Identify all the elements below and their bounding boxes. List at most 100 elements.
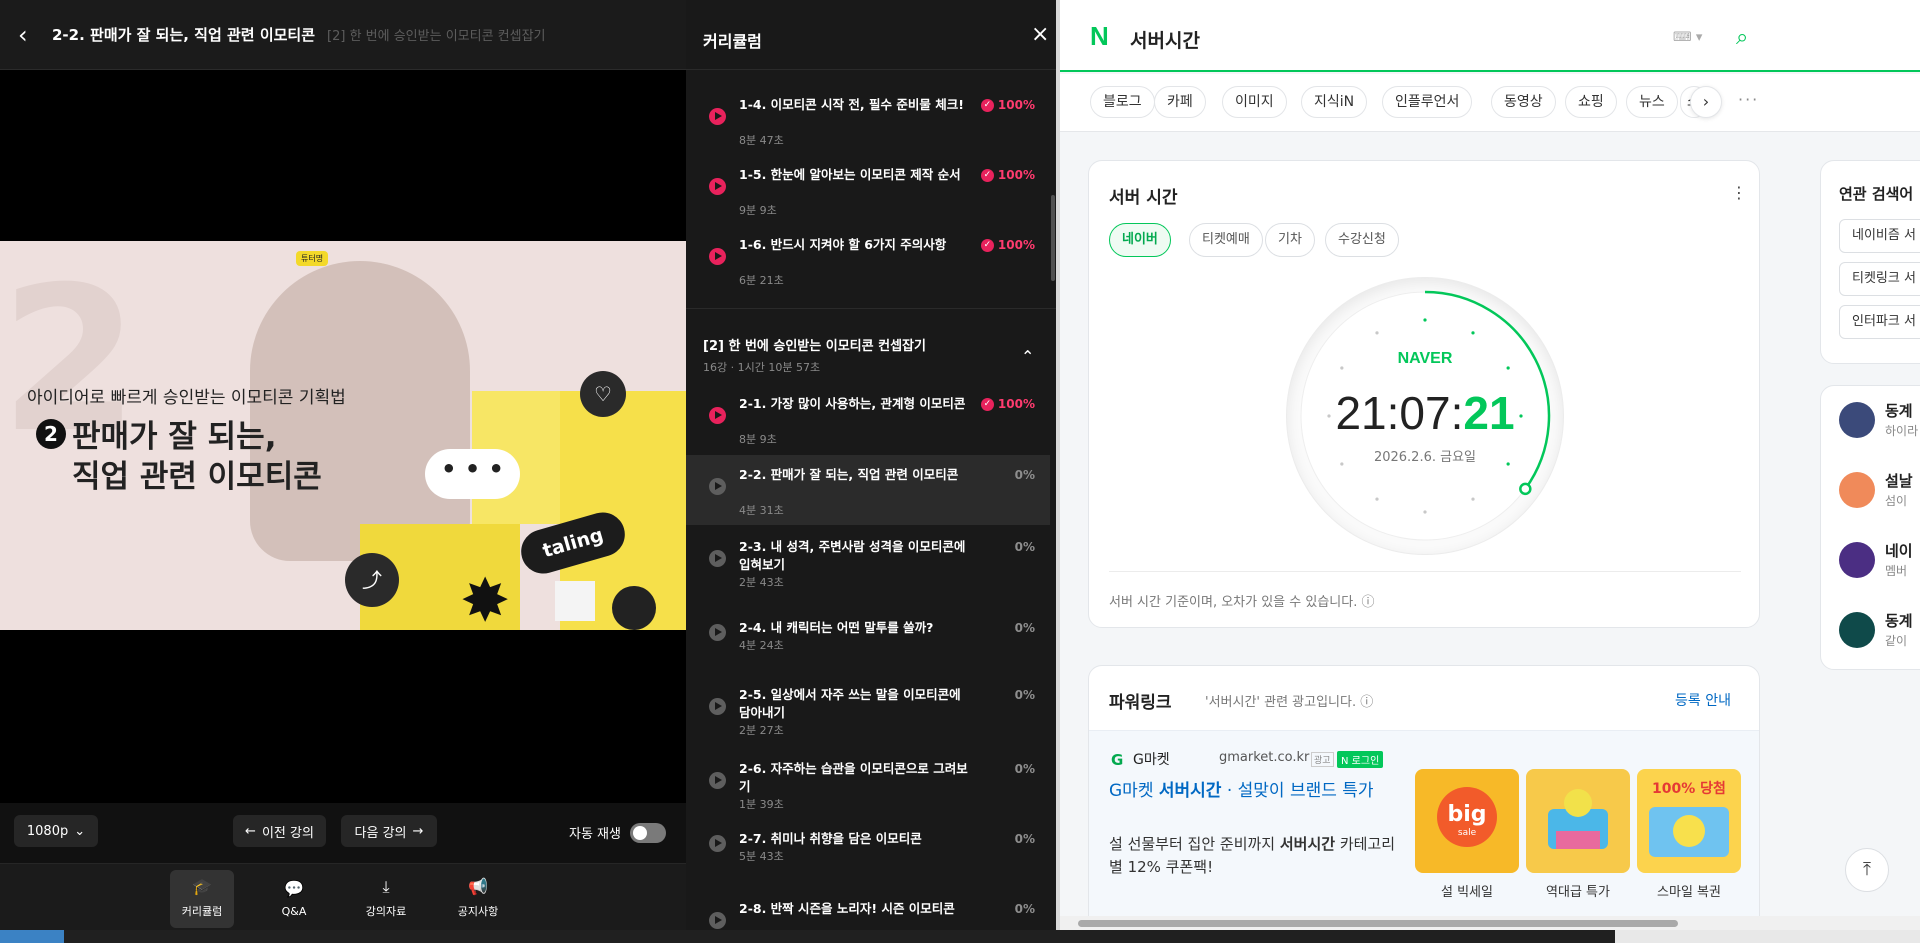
search-icon[interactable]: ⌕: [1736, 25, 1748, 50]
video-frame[interactable]: 2 튜터명 아이디어로 빠르게 승인받는 이모티콘 기획법 2 판매가 잘 되는…: [0, 241, 686, 630]
megaphone-icon: 📢: [468, 877, 488, 896]
related-search-item[interactable]: 티켓링크 서: [1839, 262, 1920, 296]
next-lecture-button[interactable]: 다음 강의 →: [341, 815, 437, 847]
lesson-progress: ✓ 100%: [980, 168, 1035, 182]
more-icon[interactable]: ···: [1738, 90, 1759, 109]
quality-select[interactable]: 1080p ⌄: [14, 815, 98, 847]
play-icon[interactable]: [709, 108, 726, 125]
close-icon[interactable]: ×: [1031, 24, 1049, 46]
naver-logo[interactable]: N: [1090, 23, 1114, 49]
lesson-title: 1-6. 반드시 지켜야 할 6가지 주의사항: [739, 237, 947, 252]
scrollbar-thumb[interactable]: [1078, 920, 1678, 927]
section-header[interactable]: [2] 한 번에 승인받는 이모티콘 컨셉잡기 16강 · 1시간 10분 57…: [686, 308, 1056, 382]
autoplay-toggle[interactable]: [630, 823, 666, 843]
ad-login-label: 로그인: [1351, 756, 1380, 767]
play-icon[interactable]: [709, 912, 726, 929]
search-tab[interactable]: 지식iN: [1301, 86, 1368, 118]
lesson-progress-value: 100%: [997, 397, 1035, 411]
play-icon[interactable]: [709, 624, 726, 641]
lesson-item[interactable]: 1-5. 한눈에 알아보는 이모티콘 제작 순서 9분 9초 ✓ 100%: [686, 166, 1050, 236]
info-icon[interactable]: ⓘ: [1361, 595, 1374, 610]
search-tab[interactable]: 이미지: [1222, 86, 1287, 118]
play-icon[interactable]: [709, 178, 726, 195]
chevron-right-icon[interactable]: ›: [1690, 86, 1722, 118]
ad-tile-special-price[interactable]: [1526, 769, 1630, 873]
lesson-item[interactable]: 1-4. 이모티콘 시작 전, 필수 준비물 체크! 8분 47초 ✓ 100%: [686, 96, 1050, 166]
server-clock: NAVER 21:07:21 2026.2.6. 금요일: [1287, 278, 1563, 554]
search-tab[interactable]: 카페: [1154, 86, 1206, 118]
related-content-item[interactable]: 네이 멤버: [1839, 538, 1920, 584]
lecture-title: 2-2. 판매가 잘 되는, 직업 관련 이모티콘: [52, 26, 316, 44]
chip-ticket[interactable]: 티켓예매: [1189, 223, 1263, 257]
related-search-item[interactable]: 네이비즘 서: [1839, 219, 1920, 253]
play-icon[interactable]: [709, 698, 726, 715]
ad-tile-label[interactable]: 설 빅세일: [1415, 881, 1519, 900]
lesson-progress-value: 100%: [997, 98, 1035, 112]
play-icon[interactable]: [709, 248, 726, 265]
ad-tile-label[interactable]: 역대급 특가: [1526, 881, 1630, 900]
lesson-item[interactable]: 2-4. 내 캐릭터는 어떤 말투를 쓸까? 4분 24초 0%: [686, 619, 1050, 685]
related-search-item[interactable]: 인터파크 서: [1839, 305, 1920, 339]
scrollbar[interactable]: [1051, 195, 1055, 281]
ad-headline-keyword: 서버시간: [1158, 781, 1222, 801]
quality-value: 1080p: [26, 823, 69, 839]
lesson-item[interactable]: 1-6. 반드시 지켜야 할 6가지 주의사항 6분 21초 ✓ 100%: [686, 236, 1050, 306]
powerlink-card: 파워링크 '서버시간' 관련 광고입니다. ⓘ 등록 안내 G G마켓 gmar…: [1088, 665, 1760, 943]
presenter-figure: [250, 261, 470, 561]
play-icon[interactable]: [709, 478, 726, 495]
keyboard-icon[interactable]: ⌨ ▾: [1673, 30, 1702, 45]
chip-train[interactable]: 기차: [1265, 223, 1315, 257]
lesson-item[interactable]: 2-7. 취미나 취향을 담은 이모티콘 5분 43초 0%: [686, 830, 1050, 900]
chip-course-registration[interactable]: 수강신청: [1325, 223, 1399, 257]
nav-notice[interactable]: 📢 공지사항: [446, 870, 510, 928]
ad-url[interactable]: gmarket.co.kr: [1219, 750, 1309, 765]
play-icon[interactable]: [709, 772, 726, 789]
big-sale-image: big sale: [1415, 769, 1519, 873]
powerlink-subtitle: '서버시간' 관련 광고입니다. ⓘ: [1205, 691, 1373, 710]
ad-source[interactable]: G마켓: [1133, 749, 1170, 769]
lesson-item[interactable]: 2-5. 일상에서 자주 쓰는 말을 이모티콘에 담아내기 2분 27초 0%: [686, 686, 1050, 760]
scroll-to-top-button[interactable]: ⤒: [1845, 848, 1889, 892]
play-icon[interactable]: [709, 835, 726, 852]
play-icon[interactable]: [709, 550, 726, 567]
taskbar-active-app[interactable]: [0, 930, 64, 943]
screen: ‹ 2-2. 판매가 잘 되는, 직업 관련 이모티콘 [2] 한 번에 승인받…: [0, 0, 1920, 943]
related-content-item[interactable]: 설날 섬이: [1839, 468, 1920, 514]
clock-hh-mm: 21:07:: [1335, 387, 1464, 439]
lesson-item[interactable]: 2-2. 판매가 잘 되는, 직업 관련 이모티콘 4분 31초 0%: [686, 455, 1050, 525]
item-title: 동계: [1885, 612, 1913, 630]
nav-materials[interactable]: ⤓ 강의자료: [354, 870, 418, 928]
search-tab[interactable]: 쇼핑: [1565, 86, 1617, 118]
play-icon[interactable]: [709, 407, 726, 424]
chip-naver[interactable]: 네이버: [1109, 223, 1171, 257]
ad-login-badge[interactable]: N 로그인: [1337, 751, 1384, 768]
nav-curriculum[interactable]: 🎓 커리큘럼: [170, 870, 234, 928]
ad-tile-big-sale[interactable]: big sale: [1415, 769, 1519, 873]
ad-headline[interactable]: G마켓 서버시간 · 설맞이 브랜드 특가: [1109, 779, 1399, 803]
ad-tile-label[interactable]: 스마일 복권: [1637, 881, 1741, 900]
horizontal-scrollbar[interactable]: [1060, 916, 1920, 930]
search-tab[interactable]: 인플루언서: [1382, 86, 1473, 118]
chevron-left-icon[interactable]: ‹: [18, 21, 52, 49]
search-tabs: 쇼뉴스쇼핑동영상인플루언서지식iN이미지카페블로그 › ···: [1060, 74, 1920, 132]
info-icon[interactable]: ⓘ: [1360, 695, 1373, 710]
item-title: 설날: [1885, 472, 1913, 490]
lesson-item[interactable]: 2-6. 자주하는 습관을 이모티콘으로 그려보기 1분 39초 0%: [686, 760, 1050, 830]
starburst-icon: ✸: [460, 566, 511, 630]
lesson-item[interactable]: 2-3. 내 성격, 주변사람 성격을 이모티콘에 입혀보기 2분 43초 0%: [686, 538, 1050, 618]
powerlink-subtitle-text: '서버시간' 관련 광고입니다.: [1205, 695, 1357, 710]
related-content-item[interactable]: 동계 같이: [1839, 608, 1920, 654]
graduation-cap-icon: 🎓: [192, 877, 212, 896]
related-content-item[interactable]: 동계 하이라: [1839, 398, 1920, 444]
search-tab[interactable]: 동영상: [1491, 86, 1556, 118]
lesson-progress-value: 0%: [1014, 762, 1035, 776]
search-input[interactable]: 서버시간: [1130, 26, 1200, 53]
chevron-up-icon[interactable]: ⌃: [1021, 347, 1034, 366]
kebab-menu-icon[interactable]: ⋮: [1731, 183, 1747, 202]
nav-qa[interactable]: 💬 Q&A: [262, 870, 326, 928]
prev-lecture-button[interactable]: ← 이전 강의: [233, 815, 326, 847]
ad-register-link[interactable]: 등록 안내: [1675, 690, 1731, 710]
search-tab[interactable]: 뉴스: [1626, 86, 1678, 118]
search-tab[interactable]: 블로그: [1090, 86, 1155, 118]
ad-tile-smile-lottery[interactable]: 100% 당첨: [1637, 769, 1741, 873]
